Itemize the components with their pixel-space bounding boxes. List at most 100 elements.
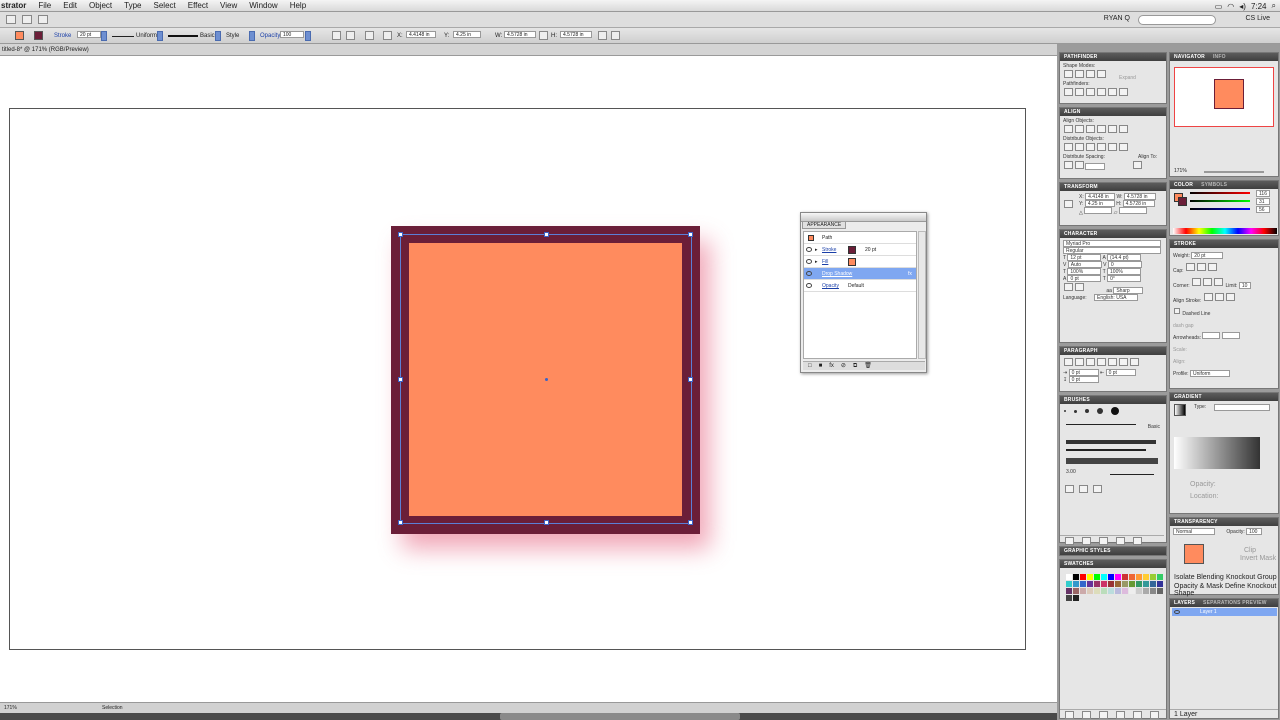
style-dropdown[interactable] — [249, 31, 255, 41]
y-field[interactable]: 4.25 in — [453, 31, 481, 38]
layer-visibility-eye-icon[interactable] — [1174, 610, 1180, 614]
minus-back-button[interactable] — [1119, 88, 1128, 96]
constrain-link-icon[interactable] — [539, 31, 548, 40]
h-field[interactable]: 4.5728 in — [560, 31, 592, 38]
calligraphic-brush-stroke[interactable] — [1066, 449, 1146, 451]
swatch-chip[interactable] — [1115, 574, 1121, 580]
gradient-type-select[interactable] — [1214, 404, 1270, 411]
layer-name[interactable]: Layer 1 — [1200, 609, 1217, 615]
paragraph-panel-title[interactable]: PARAGRAPH — [1060, 347, 1166, 355]
add-fill-icon[interactable]: ■ — [819, 362, 823, 370]
transparency-opacity-field[interactable]: 100 — [1246, 528, 1263, 535]
brush-library-icon[interactable] — [1065, 537, 1074, 545]
show-kinds-icon[interactable] — [1082, 711, 1091, 719]
align-right-button[interactable] — [1086, 125, 1095, 133]
space-vertical-button[interactable] — [1064, 161, 1073, 169]
menu-effect[interactable]: Effect — [182, 1, 214, 10]
status-tool[interactable]: Selection — [102, 703, 123, 713]
swatch-chip[interactable] — [1108, 588, 1114, 594]
vertical-scale-field[interactable]: 100% — [1067, 268, 1102, 275]
drop-shadow-label[interactable]: Drop Shadow — [822, 268, 852, 280]
opacity-attr-label[interactable]: Opacity — [822, 280, 839, 292]
swatch-chip[interactable] — [1143, 588, 1149, 594]
swatch-chip[interactable] — [1157, 581, 1163, 587]
align-vcenter-button[interactable] — [1108, 125, 1117, 133]
color-spectrum[interactable] — [1173, 228, 1277, 234]
align-outside-stroke-button[interactable] — [1225, 293, 1235, 301]
cs-live-button[interactable]: CS Live — [1245, 15, 1270, 22]
navigator-thumbnail[interactable] — [1174, 67, 1274, 127]
swatch-chip[interactable] — [1150, 581, 1156, 587]
search-input[interactable] — [1138, 15, 1216, 25]
swatch-chip[interactable] — [1066, 595, 1072, 601]
red-slider[interactable] — [1190, 192, 1250, 194]
swatch-chip[interactable] — [1115, 588, 1121, 594]
swatch-chip[interactable] — [1129, 574, 1135, 580]
gradient-panel-title[interactable]: GRADIENT — [1170, 393, 1278, 401]
handle-top-middle[interactable] — [544, 232, 549, 237]
blue-slider[interactable] — [1190, 208, 1250, 210]
align-left-text-button[interactable] — [1064, 358, 1073, 366]
crop-button[interactable] — [1097, 88, 1106, 96]
transform-y-field[interactable]: 4.25 in — [1084, 200, 1115, 207]
basic-brush-stroke[interactable] — [1066, 424, 1136, 425]
isolate-icon[interactable] — [346, 31, 355, 40]
bristle-brush-icon[interactable] — [1079, 485, 1088, 493]
swatch-chip[interactable] — [1101, 574, 1107, 580]
volume-icon[interactable]: ◂) — [1239, 2, 1246, 11]
brush-dot-icon[interactable] — [1074, 409, 1077, 413]
visibility-eye-icon[interactable] — [806, 259, 812, 264]
bristle-brush-icon[interactable] — [1065, 485, 1074, 493]
swatch-chip[interactable] — [1150, 574, 1156, 580]
zoom-field[interactable]: 171% — [4, 703, 17, 713]
w-field[interactable]: 4.5728 in — [504, 31, 536, 38]
font-style-field[interactable]: Regular — [1063, 247, 1161, 254]
swatch-chip[interactable] — [1066, 588, 1072, 594]
brush-dot-icon[interactable] — [1097, 408, 1103, 414]
swatch-chip[interactable] — [1122, 574, 1128, 580]
brush-dropdown[interactable] — [215, 31, 221, 41]
align-left-button[interactable] — [1064, 125, 1073, 133]
red-value[interactable]: 116 — [1256, 190, 1270, 197]
swatch-chip[interactable] — [1136, 588, 1142, 594]
trim-button[interactable] — [1075, 88, 1084, 96]
distribute-hcenter-button[interactable] — [1108, 143, 1117, 151]
anti-alias-field[interactable]: Sharp — [1113, 287, 1144, 294]
menu-window[interactable]: Window — [243, 1, 283, 10]
transform-rotate-field[interactable] — [1084, 207, 1113, 214]
butt-cap-button[interactable] — [1185, 263, 1195, 271]
spotlight-icon[interactable]: ⌕ — [1272, 1, 1276, 11]
wifi-icon[interactable]: ◠ — [1227, 2, 1234, 11]
screen-mode-button[interactable] — [38, 15, 48, 24]
transparency-panel-title[interactable]: TRANSPARENCY — [1170, 518, 1278, 526]
opacity-label[interactable]: Opacity — [260, 31, 280, 41]
appearance-row-opacity[interactable]: Opacity Default — [804, 280, 916, 292]
space-horizontal-button[interactable] — [1075, 161, 1084, 169]
appearance-row-stroke[interactable]: ▸ Stroke 20 pt — [804, 244, 916, 256]
distribute-left-button[interactable] — [1097, 143, 1106, 151]
menu-type[interactable]: Type — [118, 1, 147, 10]
distribute-bottom-button[interactable] — [1086, 143, 1095, 151]
align-panel-title[interactable]: ALIGN — [1060, 108, 1166, 116]
handle-bottom-middle[interactable] — [544, 520, 549, 525]
strikethrough-button[interactable] — [1075, 283, 1084, 291]
stroke-weight-input[interactable]: 20 pt — [1191, 252, 1224, 259]
swatch-chip[interactable] — [1073, 595, 1079, 601]
charcoal-brush-stroke[interactable] — [1066, 440, 1156, 444]
appearance-panel[interactable]: APPEARANCE Path ▸ Stroke 20 pt ▸ Fill Dr… — [800, 212, 927, 373]
new-swatch-icon[interactable] — [1133, 711, 1142, 719]
outline-button[interactable] — [1108, 88, 1117, 96]
menu-file[interactable]: File — [32, 1, 57, 10]
distribute-top-button[interactable] — [1064, 143, 1073, 151]
expand-triangle-icon[interactable]: ▸ — [815, 244, 818, 256]
transform-x-field[interactable]: 4.4148 in — [1085, 193, 1116, 200]
define-knockout-checkbox[interactable]: Opacity & Mask Define Knockout Shape — [1174, 583, 1278, 597]
navigator-panel-title[interactable]: NAVIGATOR INFO — [1170, 53, 1278, 61]
align-inside-stroke-button[interactable] — [1214, 293, 1224, 301]
justify-left-button[interactable] — [1097, 358, 1106, 366]
handle-bottom-right[interactable] — [688, 520, 693, 525]
align-top-button[interactable] — [1097, 125, 1106, 133]
fill-swatch[interactable] — [15, 31, 24, 40]
align-to-icon[interactable] — [1133, 161, 1142, 169]
underline-button[interactable] — [1064, 283, 1073, 291]
